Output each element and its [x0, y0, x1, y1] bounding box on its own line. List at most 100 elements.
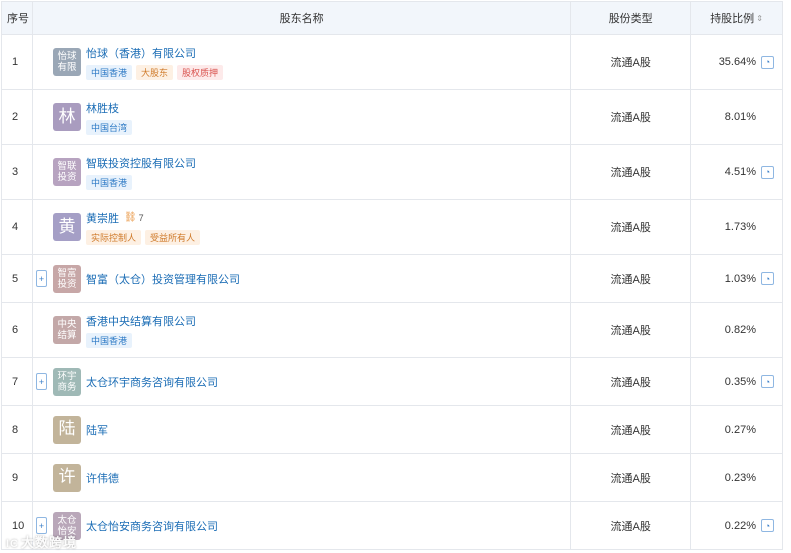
share-type: 流通A股: [610, 376, 651, 389]
shareholder-name-link[interactable]: 黄崇胜: [86, 210, 119, 226]
header-holding-ratio-label: 持股比例: [710, 13, 755, 25]
table-row: 4 黄黄崇胜 ⛓ 7 实际控制人 受益所有人 流通A股 1.73%: [2, 200, 783, 255]
tag-badge: 实际控制人: [85, 229, 141, 245]
holding-ratio: 0.82%: [724, 324, 756, 336]
tag-badge: 受益所有人: [144, 229, 200, 245]
avatar[interactable]: 陆: [52, 415, 81, 444]
share-type-cell: 流通A股: [571, 358, 692, 405]
tag-badge: 中国香港: [85, 332, 132, 348]
row-index: 2: [2, 90, 33, 144]
name-block: 怡球（香港）有限公司中国香港 大股东 股权质押: [85, 45, 224, 80]
pie-chart-icon[interactable]: ◔: [761, 165, 774, 179]
holding-ratio: 0.22%: [724, 519, 756, 532]
shareholder-table: 序号 股东名称 股份类型 持股比例 ⇕ 1 怡球 有限 怡球（香港）有限公司 中国香港…: [1, 1, 783, 550]
shareholder-name-link[interactable]: 智联投资控股有限公司: [86, 155, 196, 171]
avatar[interactable]: 林: [52, 103, 81, 131]
expand-icon[interactable]: +: [35, 270, 47, 287]
row-index: 1: [2, 35, 33, 89]
avatar[interactable]: 中央 结算: [52, 316, 81, 344]
tag-badge: 中国香港: [85, 64, 132, 80]
avatar[interactable]: 环宇 商务: [52, 367, 81, 396]
share-type-cell: 流通A股: [571, 145, 692, 199]
holding-ratio-cell: 0.23%: [691, 454, 783, 501]
name-line: 太仓环宇商务咨询有限公司: [86, 374, 218, 390]
holding-ratio: 4.51%: [724, 166, 756, 178]
shareholder-cell: + 环宇 商务 太仓环宇商务咨询有限公司: [33, 358, 572, 405]
name-line: 黄崇胜 ⛓ 7: [86, 210, 200, 226]
avatar[interactable]: 智联 投资: [52, 158, 81, 186]
share-type-cell: 流通A股: [571, 90, 692, 144]
holding-ratio-cell: 1.73%: [691, 200, 783, 254]
table-row: 7 + 环宇 商务 太仓环宇商务咨询有限公司 流通A股 0.35% ◔: [2, 358, 783, 406]
pie-chart-icon[interactable]: ◔: [761, 375, 774, 388]
name-block: 陆军: [86, 422, 108, 438]
name-line: 怡球（香港）有限公司: [86, 45, 223, 61]
share-type: 流通A股: [610, 325, 651, 337]
holding-ratio: 1.03%: [724, 272, 756, 285]
name-line: 许伟德: [86, 470, 119, 486]
avatar[interactable]: 怡球 有限: [52, 48, 81, 76]
avatar[interactable]: 许: [52, 463, 81, 492]
share-type-cell: 流通A股: [571, 406, 692, 453]
shareholder-name-link[interactable]: 太仓环宇商务咨询有限公司: [86, 374, 218, 390]
share-type: 流通A股: [610, 57, 651, 69]
shareholder-name-link[interactable]: 怡球（香港）有限公司: [86, 45, 196, 61]
row-index: 8: [2, 406, 33, 453]
sort-icon[interactable]: ⇕: [756, 14, 763, 23]
tag-list: 实际控制人 受益所有人: [85, 229, 200, 245]
share-type-cell: 流通A股: [571, 502, 692, 549]
shareholder-name-link[interactable]: 太仓怡安商务咨询有限公司: [86, 518, 218, 534]
header-holding-ratio[interactable]: 持股比例 ⇕: [691, 2, 783, 34]
shareholder-name-link[interactable]: 许伟德: [86, 470, 119, 486]
share-type: 流通A股: [610, 222, 651, 234]
controlled-companies-count[interactable]: ⛓ 7: [124, 212, 144, 223]
shareholder-name-link[interactable]: 香港中央结算有限公司: [86, 313, 196, 329]
watermark-text: 大数跨境: [21, 535, 78, 550]
tag-list: 中国香港: [85, 174, 196, 190]
shareholder-cell: + 太仓 怡安 太仓怡安商务咨询有限公司: [33, 502, 572, 549]
name-block: 许伟德: [86, 470, 119, 486]
holding-ratio-cell: 1.03% ◔: [691, 255, 783, 302]
pie-chart-icon[interactable]: ◔: [761, 55, 774, 69]
header-index: 序号: [2, 2, 33, 34]
shareholder-name-link[interactable]: 智富（太仓）投资管理有限公司: [86, 271, 240, 287]
name-block: 黄崇胜 ⛓ 7 实际控制人 受益所有人: [85, 210, 200, 245]
table-row: 6 中央 结算 香港中央结算有限公司 中国香港 流通A股 0.82%: [2, 303, 783, 358]
holding-ratio-cell: 8.01%: [691, 90, 783, 144]
tag-list: 中国香港 大股东 股权质押: [85, 64, 224, 80]
holding-ratio-cell: 0.82%: [691, 303, 783, 357]
table-row: 3 智联 投资 智联投资控股有限公司 中国香港 流通A股 4.51% ◔: [2, 145, 783, 200]
holding-ratio: 35.64%: [718, 56, 756, 68]
name-block: 香港中央结算有限公司 中国香港: [85, 313, 196, 348]
row-index: 4: [2, 200, 33, 254]
tag-badge: 股权质押: [177, 64, 224, 80]
row-index: 3: [2, 145, 33, 199]
expand-icon[interactable]: +: [35, 373, 47, 390]
shareholder-cell: 许许伟德: [33, 454, 572, 501]
table-row: 1 怡球 有限 怡球（香港）有限公司 中国香港 大股东 股权质押 流通A股 35.64% ◔: [2, 35, 783, 90]
share-type-cell: 流通A股: [571, 200, 692, 254]
shareholder-name-link[interactable]: 林胜枝: [86, 100, 119, 116]
header-shareholder-name: 股东名称: [33, 2, 572, 34]
holding-ratio-cell: 0.35% ◔: [691, 358, 783, 405]
avatar[interactable]: 智富 投资: [52, 264, 81, 293]
share-type: 流通A股: [610, 520, 651, 533]
pie-chart-icon[interactable]: ◔: [761, 519, 774, 532]
shareholder-cell: 怡球 有限 怡球（香港）有限公司中国香港 大股东 股权质押: [33, 35, 572, 89]
table-row: 10 + 太仓 怡安 太仓怡安商务咨询有限公司 流通A股 0.22% ◔: [2, 502, 783, 550]
shareholder-cell: 智联 投资 智联投资控股有限公司 中国香港: [33, 145, 572, 199]
name-block: 林胜枝 中国台湾: [85, 100, 132, 135]
shareholder-name-link[interactable]: 陆军: [86, 422, 108, 438]
shareholder-cell: 黄黄崇胜 ⛓ 7 实际控制人 受益所有人: [33, 200, 572, 254]
holding-ratio-cell: 0.22% ◔: [691, 502, 783, 549]
holding-ratio-cell: 35.64% ◔: [691, 35, 783, 89]
avatar[interactable]: 黄: [52, 213, 81, 241]
share-type: 流通A股: [610, 273, 651, 286]
watermark-logo: IC: [6, 538, 19, 550]
header-share-type: 股份类型: [571, 2, 692, 34]
controlled-count: 7: [138, 212, 144, 223]
pie-chart-icon[interactable]: ◔: [761, 272, 774, 285]
share-type-cell: 流通A股: [571, 35, 692, 89]
name-line: 陆军: [86, 422, 108, 438]
row-index: 6: [2, 303, 33, 357]
